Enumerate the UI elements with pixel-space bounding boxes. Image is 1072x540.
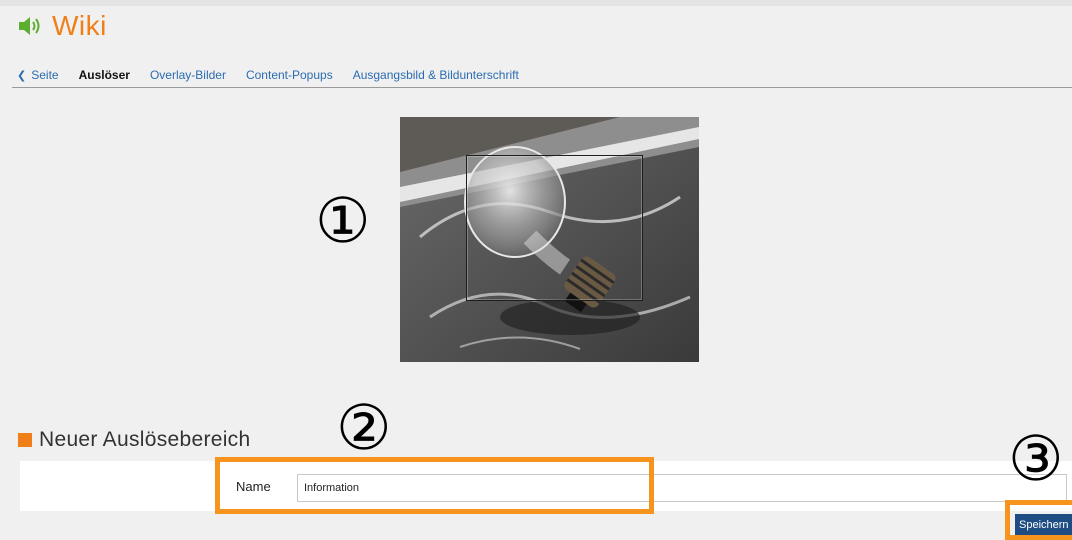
callout-1: ①	[315, 190, 371, 252]
chevron-left-icon: ❮	[17, 69, 27, 82]
tab-seite-label: Seite	[31, 68, 59, 82]
name-label: Name	[236, 479, 271, 494]
section-title: Neuer Auslösebereich	[39, 428, 251, 451]
tab-divider	[12, 87, 1072, 88]
tab-content-popups[interactable]: Content-Popups	[246, 68, 333, 82]
top-strip	[0, 0, 1072, 6]
tab-overlay-bilder[interactable]: Overlay-Bilder	[150, 68, 226, 82]
callout-2-text: ②	[336, 391, 392, 464]
tab-ausloeser[interactable]: Auslöser	[79, 68, 130, 82]
orange-square-icon	[18, 433, 32, 447]
callout-1-text: ①	[315, 184, 371, 257]
tab-ausgangsbild[interactable]: Ausgangsbild & Bildunterschrift	[353, 68, 519, 82]
section-heading: Neuer Auslösebereich	[18, 428, 250, 452]
page-title: Wiki	[52, 10, 107, 41]
callout-2: ②	[336, 397, 392, 459]
name-input[interactable]	[297, 474, 1067, 502]
callout-3-text: ③	[1008, 422, 1064, 495]
page-header: Wiki	[18, 6, 107, 46]
speaker-icon	[19, 17, 40, 35]
tab-seite[interactable]: ❮ Seite	[17, 68, 59, 82]
callout-3: ③	[1008, 428, 1064, 490]
tab-bar: ❮ Seite Auslöser Overlay-Bilder Content-…	[17, 68, 539, 82]
trigger-area-selection[interactable]	[466, 155, 643, 301]
